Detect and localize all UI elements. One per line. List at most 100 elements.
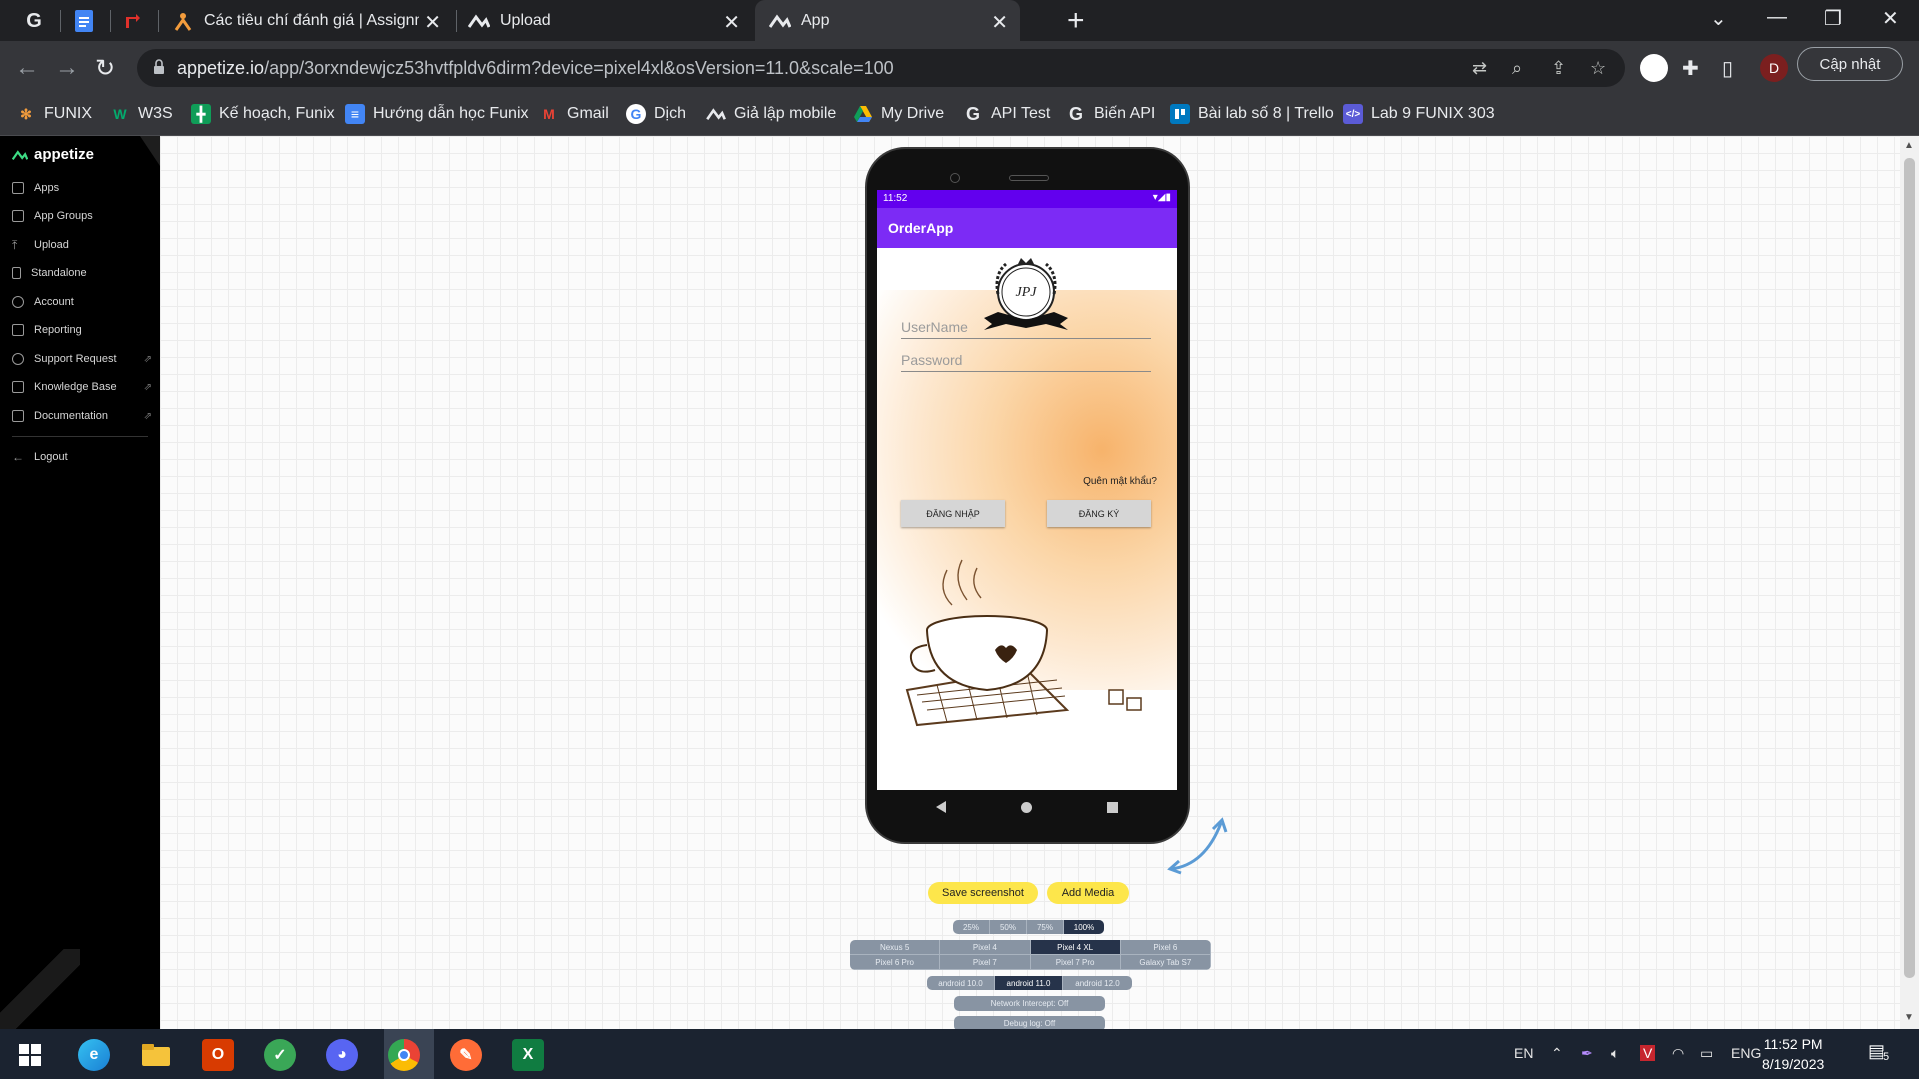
window-close-icon[interactable]: ✕: [1882, 6, 1899, 31]
sidebar-item-account[interactable]: Account: [12, 296, 152, 308]
home-nav-icon[interactable]: [1021, 802, 1032, 813]
notification-center[interactable]: ▤ 5: [1868, 1041, 1894, 1063]
device-option[interactable]: Nexus 5: [850, 940, 941, 955]
restore-icon[interactable]: ❐: [1824, 6, 1842, 31]
tab-upload[interactable]: Upload ✕: [460, 0, 752, 41]
close-icon[interactable]: ✕: [991, 10, 1008, 35]
volume-icon[interactable]: 🔈︎: [1611, 1045, 1619, 1062]
bookmark-item[interactable]: M Gmail: [539, 104, 609, 124]
lock-icon[interactable]: [153, 59, 165, 75]
bookmark-item[interactable]: Bài lab số 8 | Trello: [1170, 104, 1334, 124]
reload-icon[interactable]: ↻: [95, 54, 115, 83]
device-option[interactable]: Pixel 6 Pro: [850, 955, 941, 970]
device-option[interactable]: Pixel 7 Pro: [1030, 955, 1121, 970]
tab-app[interactable]: App ✕: [755, 0, 1020, 41]
minimize-icon[interactable]: —: [1767, 6, 1787, 29]
sidebar-item-standalone[interactable]: Standalone: [12, 267, 152, 279]
sidebar-item-apps[interactable]: Apps: [12, 182, 152, 194]
bookmark-item[interactable]: G API Test: [963, 104, 1050, 124]
phone-screen[interactable]: 11:52 ▾◢▮ OrderApp JPJ UserName Password…: [877, 190, 1177, 790]
input-language[interactable]: EN: [1514, 1045, 1533, 1061]
save-screenshot-button[interactable]: Save screenshot: [928, 882, 1038, 904]
pinned-tab-red[interactable]: [118, 8, 146, 34]
bookmark-item[interactable]: Giả lập mobile: [706, 104, 836, 124]
scale-option[interactable]: 25%: [953, 920, 990, 934]
sidebar-item-logout[interactable]: ← Logout: [12, 451, 152, 463]
bookmark-item[interactable]: </> Lab 9 FUNIX 303: [1343, 104, 1495, 124]
wifi-icon[interactable]: ◠: [1672, 1045, 1684, 1062]
close-icon[interactable]: ✕: [723, 10, 740, 35]
os-option[interactable]: android 10.0: [927, 976, 995, 990]
tab-search-icon[interactable]: ⌄: [1710, 6, 1727, 31]
device-option[interactable]: Galaxy Tab S7: [1120, 955, 1211, 970]
network-intercept-toggle[interactable]: Network Intercept: Off: [954, 996, 1105, 1011]
close-icon[interactable]: ✕: [424, 10, 441, 35]
zoom-icon[interactable]: ⌕: [1512, 58, 1522, 79]
side-panel-icon[interactable]: ▯: [1722, 56, 1733, 81]
recents-nav-icon[interactable]: [1107, 802, 1118, 813]
back-nav-icon[interactable]: [936, 801, 946, 813]
bookmark-star-icon[interactable]: ☆: [1590, 58, 1606, 79]
username-field[interactable]: UserName: [901, 317, 1151, 339]
pinned-tab-docs[interactable]: [70, 8, 98, 34]
bookmark-item[interactable]: G Biến API: [1066, 104, 1155, 124]
file-explorer-icon[interactable]: [140, 1039, 172, 1071]
pen-icon[interactable]: ✒: [1581, 1045, 1593, 1062]
bookmark-item[interactable]: ╋ Kế hoạch, Funix: [191, 104, 335, 124]
excel-icon[interactable]: X: [512, 1039, 544, 1071]
scale-option-selected[interactable]: 100%: [1064, 920, 1104, 934]
device-option[interactable]: Pixel 6: [1120, 940, 1211, 955]
os-option-selected[interactable]: android 11.0: [995, 976, 1063, 990]
sidebar-item-support-request[interactable]: Support Request ⇗: [12, 353, 152, 365]
scroll-down-icon[interactable]: ▼: [1904, 1012, 1914, 1023]
edge-icon[interactable]: e: [78, 1039, 110, 1071]
register-button[interactable]: ĐĂNG KÝ: [1047, 500, 1151, 527]
chrome-icon[interactable]: [388, 1039, 420, 1071]
os-option[interactable]: android 12.0: [1063, 976, 1132, 990]
add-media-button[interactable]: Add Media: [1047, 882, 1129, 904]
extension-icon[interactable]: [1640, 54, 1668, 82]
forward-icon[interactable]: →: [55, 54, 79, 82]
sidebar-collapse-corner[interactable]: [140, 136, 160, 166]
postman-icon[interactable]: ✎: [450, 1039, 482, 1071]
bookmark-item[interactable]: ≡ Hướng dẫn học Funix: [345, 104, 529, 124]
forgot-password-link[interactable]: Quên mật khẩu?: [1083, 476, 1157, 487]
sidebar-item-upload[interactable]: ⤒ Upload: [12, 239, 152, 251]
bookmark-item[interactable]: My Drive: [853, 104, 944, 124]
device-option[interactable]: Pixel 7: [940, 955, 1031, 970]
scale-option[interactable]: 75%: [1027, 920, 1064, 934]
device-option[interactable]: Pixel 4: [940, 940, 1031, 955]
battery-icon[interactable]: ▭: [1700, 1045, 1713, 1062]
tray-expand-icon[interactable]: ⌃: [1551, 1045, 1563, 1062]
sidebar-item-knowledge-base[interactable]: Knowledge Base ⇗: [12, 381, 152, 393]
tab-assignment[interactable]: Các tiêu chí đánh giá | Assignment ✕: [166, 0, 453, 41]
device-option-selected[interactable]: Pixel 4 XL: [1030, 940, 1121, 955]
rotate-device-icon[interactable]: [1165, 815, 1230, 875]
translate-icon[interactable]: ⇄: [1472, 58, 1487, 79]
sidebar-item-app-groups[interactable]: App Groups: [12, 210, 152, 222]
page-scrollbar[interactable]: ▲ ▼: [1900, 136, 1919, 1029]
sidebar-item-reporting[interactable]: Reporting: [12, 324, 152, 336]
bookmark-item[interactable]: G Dịch: [626, 104, 686, 124]
bookmark-item[interactable]: W W3S: [110, 104, 172, 124]
system-clock[interactable]: 11:52 PM 8/19/2023: [1762, 1034, 1824, 1074]
profile-avatar[interactable]: D: [1760, 54, 1788, 82]
scale-option[interactable]: 50%: [990, 920, 1027, 934]
vivaldi-icon[interactable]: V: [1640, 1045, 1656, 1061]
puzzle-icon[interactable]: ✚: [1682, 56, 1699, 81]
windows-start-icon[interactable]: [14, 1039, 46, 1071]
app-icon[interactable]: ✓: [264, 1039, 296, 1071]
appetize-logo[interactable]: appetize: [12, 146, 94, 163]
scroll-thumb[interactable]: [1904, 158, 1915, 978]
bookmark-item[interactable]: ✻ FUNIX: [16, 104, 92, 124]
new-tab-button[interactable]: +: [1067, 4, 1085, 38]
address-bar[interactable]: appetize.io/app/3orxndewjcz53hvtfpldv6di…: [137, 49, 1625, 87]
update-button[interactable]: Cập nhật: [1797, 47, 1903, 81]
sidebar-item-documentation[interactable]: Documentation ⇗: [12, 410, 152, 422]
discord-icon[interactable]: ◕: [326, 1039, 358, 1071]
office-icon[interactable]: O: [202, 1039, 234, 1071]
scroll-up-icon[interactable]: ▲: [1904, 140, 1914, 151]
password-field[interactable]: Password: [901, 350, 1151, 372]
ime-indicator[interactable]: ENG: [1731, 1045, 1761, 1061]
pinned-tab-google[interactable]: G: [20, 8, 48, 34]
